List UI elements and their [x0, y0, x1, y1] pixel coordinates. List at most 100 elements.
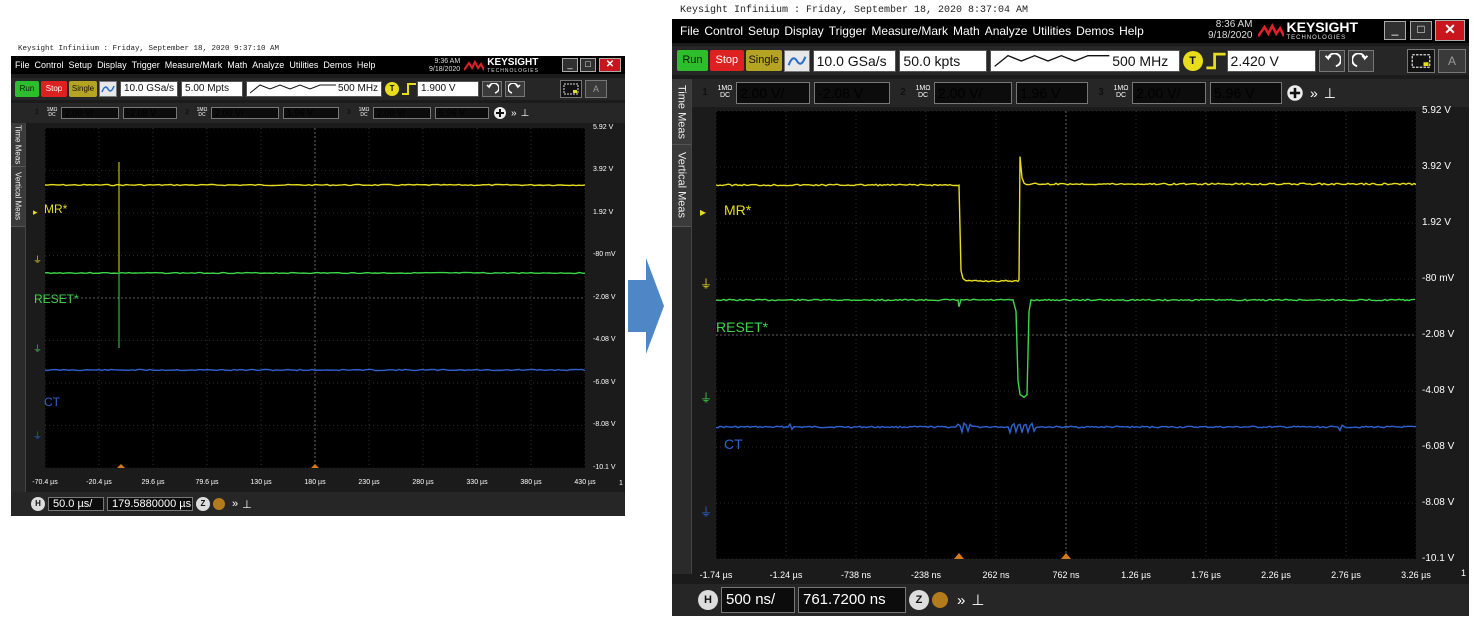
menu-utilities[interactable]: Utilities: [1032, 24, 1071, 38]
single-button[interactable]: Single: [69, 81, 97, 97]
menu-math[interactable]: Math: [953, 24, 980, 38]
trigger-badge[interactable]: T: [385, 82, 400, 96]
tab-vertical-meas[interactable]: Vertical Meas: [672, 145, 691, 227]
stop-button[interactable]: Stop: [709, 50, 744, 71]
ch3-badge[interactable]: 3: [1092, 84, 1110, 102]
ch3-badge[interactable]: 3: [343, 107, 355, 119]
trigger-level-field[interactable]: 2.420 V: [1226, 49, 1317, 72]
menu-trigger[interactable]: Trigger: [132, 60, 160, 70]
close-button[interactable]: ✕: [599, 58, 621, 72]
menu-setup[interactable]: Setup: [69, 60, 93, 70]
ch1-offset-field[interactable]: -2.08 V: [814, 82, 890, 104]
bandwidth-field[interactable]: 500 MHz: [246, 81, 383, 97]
menu-utilities[interactable]: Utilities: [289, 60, 318, 70]
ch3-scale-field[interactable]: 2.00 V/: [1132, 82, 1206, 104]
pin-icon[interactable]: ⊥: [521, 108, 530, 119]
expand-chevrons-icon[interactable]: »: [232, 498, 238, 510]
tab-time-meas[interactable]: Time Meas: [11, 123, 25, 167]
ch2-offset-field[interactable]: 1.96 V: [283, 107, 339, 119]
menu-file[interactable]: File: [680, 24, 699, 38]
menu-measure-mark[interactable]: Measure/Mark: [165, 60, 223, 70]
ch1-offset-field[interactable]: -2.08 V: [123, 107, 177, 119]
menu-demos[interactable]: Demos: [323, 60, 352, 70]
menu-file[interactable]: File: [15, 60, 30, 70]
ch1-scale-field[interactable]: 2.00 V/: [61, 107, 119, 119]
gear-icon[interactable]: [932, 592, 948, 608]
trigger-level-field[interactable]: 1.900 V: [417, 81, 480, 97]
expand-chevrons-icon[interactable]: »: [957, 592, 965, 609]
redo-icon[interactable]: [505, 81, 526, 97]
timebase-field[interactable]: 50.0 µs/: [48, 497, 104, 511]
zoom-badge[interactable]: Z: [909, 590, 929, 610]
pin-icon[interactable]: ⊥: [1324, 85, 1336, 102]
maximize-button[interactable]: □: [580, 58, 596, 72]
zoom-badge[interactable]: Z: [196, 497, 210, 511]
x-axis-label: 262 ns: [982, 570, 1010, 580]
ch2-badge[interactable]: 2: [894, 84, 912, 102]
gear-icon[interactable]: [213, 498, 225, 510]
delay-field[interactable]: 179.5880000 µs: [107, 497, 193, 511]
trigger-badge[interactable]: T: [1182, 50, 1203, 71]
auto-measure-icon[interactable]: A: [1438, 48, 1467, 73]
run-button[interactable]: Run: [677, 50, 708, 71]
menu-analyze[interactable]: Analyze: [985, 24, 1028, 38]
maximize-button[interactable]: □: [1410, 21, 1432, 40]
add-channel-icon[interactable]: [493, 106, 507, 120]
memory-depth-field[interactable]: 50.0 kpts: [899, 49, 988, 72]
ch2-scale-field[interactable]: 2.00 V/: [934, 82, 1012, 104]
close-button[interactable]: ✕: [1435, 20, 1465, 41]
menu-display[interactable]: Display: [97, 60, 127, 70]
ch1-scale-field[interactable]: 2.00 V/: [736, 82, 810, 104]
minimize-button[interactable]: _: [562, 58, 578, 72]
menu-control[interactable]: Control: [35, 60, 64, 70]
redo-icon[interactable]: [1348, 49, 1375, 72]
memory-depth-field[interactable]: 5.00 Mpts: [181, 81, 244, 97]
tab-time-meas[interactable]: Time Meas: [672, 79, 691, 145]
menu-math[interactable]: Math: [227, 60, 247, 70]
horizontal-badge[interactable]: H: [31, 497, 45, 511]
delay-field[interactable]: 761.7200 ns: [798, 587, 906, 613]
bandwidth-value: 500 MHz: [1112, 52, 1169, 69]
menu-help[interactable]: Help: [357, 60, 376, 70]
pin-icon[interactable]: ⊥: [971, 591, 984, 609]
stop-button[interactable]: Stop: [41, 81, 67, 97]
expand-chevrons-icon[interactable]: »: [1310, 85, 1318, 101]
tab-vertical-meas[interactable]: Vertical Meas: [11, 167, 25, 227]
expand-chevrons-icon[interactable]: »: [511, 108, 517, 119]
ch3-scale-field[interactable]: 2.00 V/: [373, 107, 431, 119]
timebase-field[interactable]: 500 ns/: [721, 587, 795, 613]
add-channel-icon[interactable]: [1286, 84, 1304, 102]
autoscale-icon[interactable]: [783, 49, 810, 72]
undo-icon[interactable]: [1319, 49, 1346, 72]
auto-measure-icon[interactable]: A: [585, 80, 608, 98]
ch3-level-marker: ⏚: [33, 431, 43, 441]
menu-control[interactable]: Control: [704, 24, 743, 38]
bandwidth-field[interactable]: 500 MHz: [990, 49, 1180, 72]
zoom-area-icon[interactable]: [560, 80, 583, 98]
ch2-offset-field[interactable]: 1.96 V: [1016, 82, 1088, 104]
autoscale-icon[interactable]: [99, 81, 117, 97]
ch1-badge[interactable]: 1: [696, 84, 714, 102]
menu-analyze[interactable]: Analyze: [252, 60, 284, 70]
menu-setup[interactable]: Setup: [748, 24, 779, 38]
menu-display[interactable]: Display: [784, 24, 823, 38]
pin-icon[interactable]: ⊥: [242, 498, 252, 511]
x-axis-label: 29.6 µs: [141, 479, 165, 486]
zoom-area-icon[interactable]: [1407, 48, 1436, 73]
menu-measure-mark[interactable]: Measure/Mark: [871, 24, 948, 38]
menu-help[interactable]: Help: [1119, 24, 1144, 38]
menu-trigger[interactable]: Trigger: [829, 24, 867, 38]
ch2-scale-field[interactable]: 2.00 V/: [211, 107, 279, 119]
ch1-badge[interactable]: 1: [31, 107, 43, 119]
sample-rate-field[interactable]: 10.0 GSa/s: [812, 49, 897, 72]
horizontal-badge[interactable]: H: [698, 590, 718, 610]
undo-icon[interactable]: [482, 81, 503, 97]
menu-demos[interactable]: Demos: [1076, 24, 1114, 38]
ch3-offset-field[interactable]: 5.96 V: [1210, 82, 1282, 104]
sample-rate-field[interactable]: 10.0 GSa/s: [120, 81, 179, 97]
single-button[interactable]: Single: [745, 50, 782, 71]
run-button[interactable]: Run: [15, 81, 39, 97]
minimize-button[interactable]: _: [1384, 21, 1406, 40]
ch2-badge[interactable]: 2: [181, 107, 193, 119]
ch3-offset-field[interactable]: 5.96 V: [435, 107, 489, 119]
